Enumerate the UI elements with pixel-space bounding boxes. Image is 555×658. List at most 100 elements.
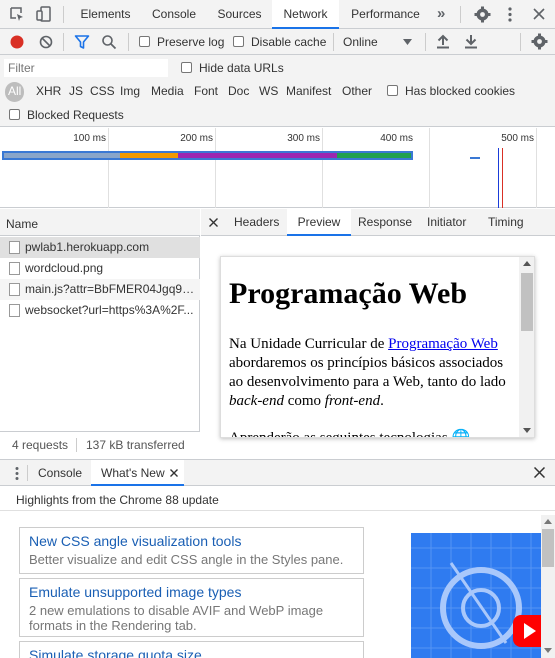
tab-sources[interactable]: Sources (207, 0, 272, 29)
request-row[interactable]: websocket?url=https%3A%2F... (0, 300, 200, 321)
filter-type-media[interactable]: Media (151, 84, 184, 98)
settings-gear-icon[interactable] (474, 6, 491, 23)
network-settings-gear-icon[interactable] (531, 33, 548, 50)
filter-type-xhr[interactable]: XHR (36, 84, 61, 98)
card-title[interactable]: Simulate storage quota size (29, 647, 354, 658)
name-column-header[interactable]: Name (6, 217, 38, 231)
filter-type-doc[interactable]: Doc (228, 84, 249, 98)
network-overview[interactable]: 100 ms 200 ms 300 ms 400 ms 500 ms (0, 128, 555, 208)
card-description: 2 new emulations to disable AVIF and Web… (29, 603, 324, 633)
close-whats-new-icon[interactable] (170, 469, 178, 477)
tab-initiator[interactable]: Initiator (427, 209, 466, 235)
overview-small-bar (470, 157, 480, 159)
preview-frame[interactable]: Programação Web Na Unidade Curricular de… (220, 256, 535, 438)
scroll-down-arrow-icon[interactable] (544, 648, 552, 653)
overview-bar-segment (4, 153, 120, 158)
tab-response[interactable]: Response (358, 209, 412, 235)
more-options-icon[interactable] (506, 6, 514, 23)
tab-timing[interactable]: Timing (488, 209, 524, 235)
drawer-tab-whats-new-label: What's New (101, 466, 165, 480)
drawer-divider (27, 465, 28, 481)
highlights-text: Highlights from the Chrome 88 update (16, 493, 219, 507)
drawer-tab-console[interactable]: Console (38, 466, 82, 480)
preserve-log-label: Preserve log (157, 35, 225, 49)
clear-icon[interactable] (38, 34, 54, 50)
devtools-tabbar: Elements Console Sources Network Perform… (0, 0, 555, 29)
request-row[interactable]: pwlab1.herokuapp.com (0, 237, 200, 258)
record-icon[interactable] (9, 34, 25, 50)
card-title[interactable]: Emulate unsupported image types (29, 584, 354, 601)
toolbar-divider (333, 33, 334, 51)
whats-new-card[interactable]: Emulate unsupported image types 2 new em… (19, 578, 364, 637)
has-blocked-cookies-label: Has blocked cookies (405, 84, 516, 98)
blocked-requests-label: Blocked Requests (27, 108, 124, 122)
request-name: websocket?url=https%3A%2F... (25, 303, 194, 317)
tab-performance[interactable]: Performance (339, 0, 432, 29)
close-drawer-icon[interactable] (534, 467, 545, 478)
scroll-up-arrow-icon[interactable] (544, 519, 552, 524)
filter-icon[interactable] (74, 34, 90, 50)
tick-label: 400 ms (380, 133, 413, 144)
filter-type-manifest[interactable]: Manifest (286, 84, 331, 98)
toolbar-divider (425, 33, 426, 51)
paragraph-text: Aprenderão as seguintes tecnologias (229, 430, 448, 438)
filter-type-js[interactable]: JS (69, 84, 83, 98)
search-icon[interactable] (101, 34, 117, 50)
scroll-down-arrow-icon[interactable] (523, 428, 531, 433)
request-row[interactable]: wordcloud.png (0, 258, 200, 279)
disable-cache-label: Disable cache (251, 35, 327, 49)
hide-data-urls-label: Hide data URLs (199, 61, 284, 75)
export-har-icon[interactable] (464, 34, 478, 49)
filter-type-ws[interactable]: WS (259, 84, 278, 98)
tab-console[interactable]: Console (141, 0, 207, 29)
programacao-web-link[interactable]: Programação Web (388, 336, 498, 352)
summary-divider (76, 438, 77, 452)
throttling-select[interactable]: Online (343, 35, 378, 49)
import-har-icon[interactable] (436, 34, 450, 49)
close-devtools-icon[interactable] (533, 8, 545, 20)
close-detail-icon[interactable] (209, 218, 218, 227)
more-tabs-icon[interactable]: » (437, 5, 445, 22)
filter-type-img[interactable]: Img (120, 84, 140, 98)
chrome-update-promo-image[interactable] (411, 533, 541, 658)
overview-bar-segment (337, 153, 411, 158)
card-title[interactable]: New CSS angle visualization tools (29, 533, 354, 550)
tab-network[interactable]: Network (272, 0, 339, 29)
preview-scroll-thumb[interactable] (521, 273, 533, 331)
whats-new-card[interactable]: New CSS angle visualization tools Better… (19, 527, 364, 574)
grid-line (322, 128, 323, 208)
tab-preview[interactable]: Preview (287, 209, 351, 236)
drawer-menu-icon[interactable] (14, 466, 20, 481)
drawer-scroll-thumb[interactable] (542, 529, 554, 567)
paragraph-text: Na Unidade Curricular de (229, 336, 389, 352)
filter-type-other[interactable]: Other (342, 84, 372, 98)
tab-headers[interactable]: Headers (234, 209, 279, 235)
card-description: Better visualize and edit CSS angle in t… (29, 552, 344, 567)
tick-label: 300 ms (287, 133, 320, 144)
hide-data-urls-checkbox[interactable] (181, 62, 192, 73)
websocket-file-icon (9, 304, 20, 317)
grid-line (429, 128, 430, 208)
has-blocked-cookies-checkbox[interactable] (387, 85, 398, 96)
filter-type-font[interactable]: Font (194, 84, 218, 98)
document-file-icon (9, 241, 20, 254)
preview-heading: Programação Web (229, 277, 468, 310)
toolbar-divider (128, 33, 129, 51)
blocked-requests-checkbox[interactable] (9, 109, 20, 120)
toolbar-divider (520, 33, 521, 51)
tick-label: 100 ms (73, 133, 106, 144)
whats-new-card[interactable]: Simulate storage quota size (19, 641, 364, 658)
drawer-tabbar: Console What's New (0, 459, 555, 486)
inspect-element-icon[interactable] (9, 6, 25, 22)
scroll-up-arrow-icon[interactable] (523, 261, 531, 266)
tab-elements[interactable]: Elements (70, 0, 141, 29)
request-row[interactable]: main.js?attr=BbFMER04Jgq9A... (0, 279, 200, 300)
preserve-log-checkbox[interactable] (139, 36, 150, 47)
emphasis-text: back-end (229, 393, 284, 409)
filter-type-all[interactable]: All (8, 84, 21, 98)
device-toolbar-icon[interactable] (36, 6, 52, 22)
dropdown-arrow-icon[interactable] (403, 39, 412, 45)
filter-type-css[interactable]: CSS (90, 84, 115, 98)
filter-input[interactable] (4, 59, 168, 77)
disable-cache-checkbox[interactable] (233, 36, 244, 47)
